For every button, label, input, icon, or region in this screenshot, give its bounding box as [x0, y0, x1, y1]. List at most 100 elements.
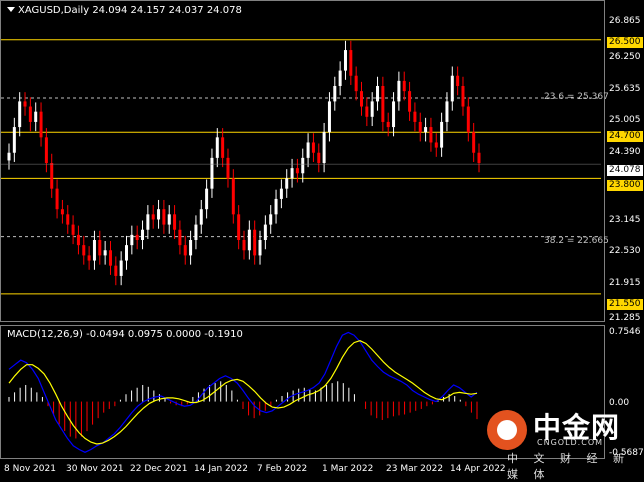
watermark-slogan: 中 文 财 经 新 媒 体: [507, 452, 630, 481]
candle-body: [424, 127, 428, 133]
time-axis-label: 23 Mar 2022: [386, 464, 444, 474]
candle-body: [215, 137, 219, 158]
candle-body: [327, 101, 331, 133]
candle-body: [450, 75, 454, 102]
candle-body: [343, 50, 347, 71]
time-axis-label: 8 Nov 2021: [4, 464, 56, 474]
candle-body: [34, 111, 38, 122]
candle-body: [39, 111, 43, 138]
candle-body: [135, 234, 139, 240]
candle-body: [226, 157, 230, 179]
price-axis-label: 23.145: [609, 215, 641, 225]
macd-axis-label: 0.7546: [609, 327, 641, 337]
candle-body: [151, 214, 155, 220]
candle-body: [263, 224, 267, 240]
candle-body: [66, 214, 70, 225]
fib-label-38-2: 38.2 = 22.665: [544, 236, 609, 246]
candle-body: [231, 178, 235, 215]
candle-body: [317, 152, 321, 163]
candle-body: [440, 121, 444, 148]
candle-body: [183, 245, 187, 256]
candle-body: [23, 101, 27, 107]
candle-body: [12, 127, 16, 153]
candle-body: [290, 168, 294, 179]
candle-body: [76, 234, 80, 246]
price-axis-label: 25.005: [609, 115, 641, 125]
candle-body: [71, 224, 75, 235]
candle-body: [472, 132, 476, 153]
candle-body: [237, 214, 241, 240]
candle-body: [434, 142, 438, 148]
candle-body: [333, 86, 337, 102]
candle-body: [456, 75, 460, 86]
time-axis-label: 7 Feb 2022: [257, 464, 308, 474]
candle-body: [60, 209, 64, 215]
candle-body: [162, 209, 166, 225]
candle-body: [92, 240, 96, 261]
level-label-21-550: 21.550: [607, 299, 643, 310]
candle-body: [119, 260, 123, 276]
candle-body: [103, 250, 107, 256]
candle-body: [466, 106, 470, 133]
price-candles: [1, 39, 601, 295]
watermark-url: CNGOLD.COM: [537, 438, 604, 447]
candle-body: [194, 224, 198, 240]
candle-body: [18, 101, 22, 128]
candle-body: [392, 101, 396, 128]
candle-body: [402, 80, 406, 92]
logo-icon: [487, 410, 527, 450]
candle-body: [397, 80, 401, 102]
candle-body: [477, 152, 481, 163]
candle-body: [381, 86, 385, 122]
candle-body: [285, 178, 289, 189]
candle-body: [98, 240, 102, 256]
price-axis-label: 25.635: [609, 84, 641, 94]
candle-body: [221, 137, 225, 158]
price-axis-label: 21.285: [609, 313, 641, 323]
candle-body: [82, 245, 86, 256]
time-axis-label: 14 Jan 2022: [194, 464, 248, 474]
candle-body: [205, 188, 209, 210]
price-axis-label: 22.530: [609, 246, 641, 256]
candle-body: [354, 75, 358, 92]
candle-body: [429, 127, 433, 143]
current-price-label: 24.078: [607, 165, 643, 176]
candle-body: [247, 229, 251, 251]
candle-body: [386, 121, 390, 128]
candle-body: [269, 214, 273, 225]
candle-body: [408, 91, 412, 112]
fib-label-23-6: 23.6 = 25.367: [544, 92, 609, 102]
watermark: 中金网 CNGOLD.COM 中 文 财 经 新 媒 体: [487, 404, 637, 481]
candle-body: [130, 234, 134, 246]
candle-body: [199, 209, 203, 225]
candle-body: [114, 265, 118, 276]
candle-body: [322, 132, 326, 163]
price-axis-label: 21.915: [609, 278, 641, 288]
candle-body: [125, 245, 128, 261]
candle-body: [146, 214, 150, 230]
time-axis-label: 22 Dec 2021: [130, 464, 188, 474]
candle-body: [50, 163, 54, 189]
level-label-23-800: 23.800: [607, 180, 643, 191]
candle-body: [370, 101, 374, 117]
candle-body: [178, 229, 182, 246]
candle-body: [55, 188, 59, 210]
candle-body: [306, 142, 310, 158]
price-axis-label: 24.390: [609, 147, 641, 157]
candle-body: [311, 142, 315, 153]
candle-body: [445, 101, 449, 122]
candle-body: [189, 240, 193, 256]
time-axis-label: 30 Nov 2021: [66, 464, 124, 474]
candle-body: [301, 157, 305, 174]
price-chart-panel[interactable]: XAGUSD,Daily 24.094 24.157 24.037 24.078: [0, 0, 605, 322]
candle-body: [349, 50, 353, 76]
level-label-26-500: 26.500: [607, 37, 643, 48]
candle-body: [279, 188, 283, 199]
candle-body: [418, 121, 422, 133]
candle-body: [28, 106, 32, 122]
candle-body: [108, 250, 112, 266]
candle-body: [87, 255, 91, 261]
candle-body: [258, 240, 262, 256]
candle-body: [338, 70, 342, 86]
level-label-24-700: 24.700: [607, 131, 643, 142]
